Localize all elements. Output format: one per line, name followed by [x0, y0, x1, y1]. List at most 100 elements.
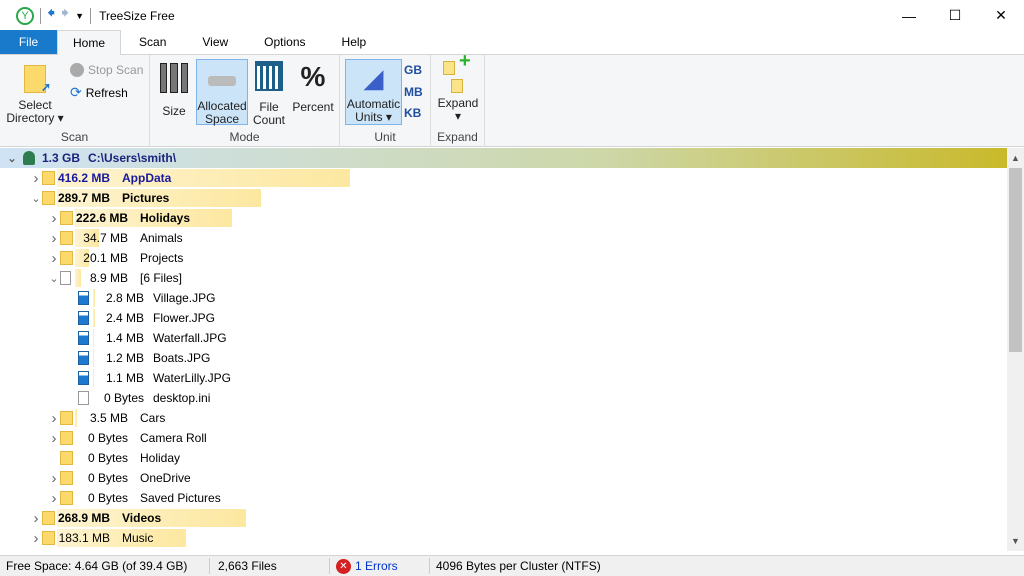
- directory-tree[interactable]: ⌄ 1.3 GB C:\Users\smith\ ›416.2 MBAppDat…: [0, 148, 1007, 551]
- mb-unit-button[interactable]: MB: [404, 85, 423, 99]
- item-name: Holiday: [140, 451, 180, 465]
- tree-row[interactable]: ›3.5 MBCars: [0, 408, 1007, 428]
- item-name: [6 Files]: [140, 271, 182, 285]
- forward-arrow-icon[interactable]: 🠺: [61, 2, 69, 29]
- title-bar: Y 🠸 🠺 ▼ TreeSize Free — ☐ ✕: [0, 0, 1024, 31]
- tab-help[interactable]: Help: [324, 30, 385, 54]
- select-directory-button[interactable]: ➚ Select Directory ▾: [6, 59, 64, 125]
- free-space-status: Free Space: 4.64 GB (of 39.4 GB): [0, 558, 210, 574]
- tree-row[interactable]: 1.1 MBWaterLilly.JPG: [0, 368, 1007, 388]
- item-size: 8.9 MB: [58, 271, 128, 285]
- tree-root-row[interactable]: ⌄ 1.3 GB C:\Users\smith\: [0, 148, 1007, 168]
- tree-row[interactable]: 1.4 MB Waterfall.JPG: [0, 328, 1007, 348]
- mode-group-label: Mode: [150, 130, 339, 144]
- chevron-down-icon[interactable]: ⌄: [6, 152, 18, 165]
- item-name: Videos: [122, 511, 161, 525]
- item-name: Camera Roll: [140, 431, 207, 445]
- triangle-ruler-icon: ◢: [346, 60, 401, 98]
- tab-view[interactable]: View: [184, 30, 246, 54]
- refresh-button[interactable]: ⟳Refresh: [70, 84, 128, 101]
- item-size: 183.1 MB: [40, 531, 110, 545]
- percent-icon: %: [292, 59, 334, 101]
- percent-mode-button[interactable]: %Percent: [292, 59, 334, 114]
- item-size: 0 Bytes: [58, 431, 128, 445]
- item-name: desktop.ini: [153, 391, 210, 405]
- status-bar: Free Space: 4.64 GB (of 39.4 GB) 2,663 F…: [0, 555, 1024, 576]
- app-logo-icon: Y: [16, 7, 34, 25]
- size-mode-button[interactable]: Size: [156, 59, 192, 118]
- unit-group: ◢Automatic Units ▾ GB MB KB Unit: [340, 55, 431, 147]
- tree-row[interactable]: 1.2 MBBoats.JPG: [0, 348, 1007, 368]
- item-size: 289.7 MB: [40, 191, 110, 205]
- tree-row[interactable]: ›0 BytesCamera Roll: [0, 428, 1007, 448]
- item-size: 0 Bytes: [74, 391, 144, 405]
- scan-group-label: Scan: [0, 130, 149, 144]
- errors-status: ✕1 Errors: [330, 558, 430, 574]
- errors-link[interactable]: 1 Errors: [355, 559, 398, 573]
- tree-row[interactable]: 2.8 MB Village.JPG: [0, 288, 1007, 308]
- item-name: OneDrive: [140, 471, 191, 485]
- item-name: Cars: [140, 411, 165, 425]
- tab-home[interactable]: Home: [57, 30, 121, 55]
- expand-tree-icon: +: [435, 59, 481, 97]
- item-name: Waterfall.JPG: [153, 331, 227, 345]
- item-size: 20.1 MB: [58, 251, 128, 265]
- back-arrow-icon[interactable]: 🠸: [47, 2, 55, 29]
- tree-row[interactable]: ›0 BytesSaved Pictures: [0, 488, 1007, 508]
- expand-group-label: Expand: [431, 130, 484, 144]
- close-button[interactable]: ✕: [978, 0, 1024, 31]
- expand-button[interactable]: +Expand▾: [435, 59, 481, 123]
- item-name: AppData: [122, 171, 171, 185]
- tab-file[interactable]: File: [0, 30, 57, 54]
- tree-row[interactable]: 0 Bytes desktop.ini: [0, 388, 1007, 408]
- item-size: 222.6 MB: [58, 211, 128, 225]
- quick-access-dropdown-icon[interactable]: ▼: [75, 11, 84, 21]
- item-size: 1.4 MB: [74, 331, 144, 345]
- item-size: 2.8 MB: [74, 291, 144, 305]
- tree-row[interactable]: ⌄289.7 MBPictures: [0, 188, 1007, 208]
- file-count-mode-button[interactable]: File Count: [250, 59, 288, 127]
- tree-row[interactable]: ⌄8.9 MB[6 Files]: [0, 268, 1007, 288]
- tab-options[interactable]: Options: [246, 30, 323, 54]
- item-size: 416.2 MB: [40, 171, 110, 185]
- automatic-units-button[interactable]: ◢Automatic Units ▾: [345, 59, 402, 125]
- tree-row[interactable]: ›34.7 MBAnimals: [0, 228, 1007, 248]
- folder-open-icon: ➚: [24, 65, 46, 93]
- size-bars-icon: [160, 63, 188, 93]
- scroll-up-icon[interactable]: ▲: [1007, 148, 1024, 168]
- tree-row[interactable]: ›416.2 MBAppData: [0, 168, 1007, 188]
- scrollbar-thumb[interactable]: [1009, 168, 1022, 352]
- unit-group-label: Unit: [340, 130, 430, 144]
- kb-unit-button[interactable]: KB: [404, 106, 421, 120]
- cluster-status: 4096 Bytes per Cluster (NTFS): [430, 558, 607, 574]
- user-folder-icon: [23, 151, 35, 165]
- mode-group: Size Allocated Space File Count %Percent…: [150, 55, 340, 147]
- gb-unit-button[interactable]: GB: [404, 63, 422, 77]
- item-name: Music: [122, 531, 153, 545]
- allocated-space-mode-button[interactable]: Allocated Space: [196, 59, 248, 125]
- item-size: 3.5 MB: [58, 411, 128, 425]
- item-name: Animals: [140, 231, 183, 245]
- refresh-icon: ⟳: [70, 84, 82, 101]
- vertical-scrollbar[interactable]: ▲ ▼: [1007, 148, 1024, 551]
- item-size: 0 Bytes: [58, 451, 128, 465]
- maximize-button[interactable]: ☐: [932, 0, 978, 31]
- tree-row[interactable]: ›222.6 MBHolidays: [0, 208, 1007, 228]
- tree-row[interactable]: ›268.9 MBVideos: [0, 508, 1007, 528]
- stop-scan-button[interactable]: Stop Scan: [70, 63, 143, 77]
- item-size: 0 Bytes: [58, 491, 128, 505]
- tree-row[interactable]: 0 Bytes Holiday: [0, 448, 1007, 468]
- item-name: Village.JPG: [153, 291, 215, 305]
- tree-row[interactable]: ›183.1 MBMusic: [0, 528, 1007, 548]
- scroll-down-icon[interactable]: ▼: [1007, 531, 1024, 551]
- tree-row[interactable]: ›20.1 MBProjects: [0, 248, 1007, 268]
- tab-scan[interactable]: Scan: [121, 30, 184, 54]
- minimize-button[interactable]: —: [886, 0, 932, 31]
- tree-row[interactable]: 2.4 MBFlower.JPG: [0, 308, 1007, 328]
- window-title: TreeSize Free: [99, 9, 175, 23]
- item-name: Pictures: [122, 191, 169, 205]
- file-count-status: 2,663 Files: [210, 558, 330, 574]
- ribbon: ➚ Select Directory ▾ Stop Scan ⟳Refresh …: [0, 55, 1024, 147]
- tree-row[interactable]: ›0 BytesOneDrive: [0, 468, 1007, 488]
- item-size: 268.9 MB: [40, 511, 110, 525]
